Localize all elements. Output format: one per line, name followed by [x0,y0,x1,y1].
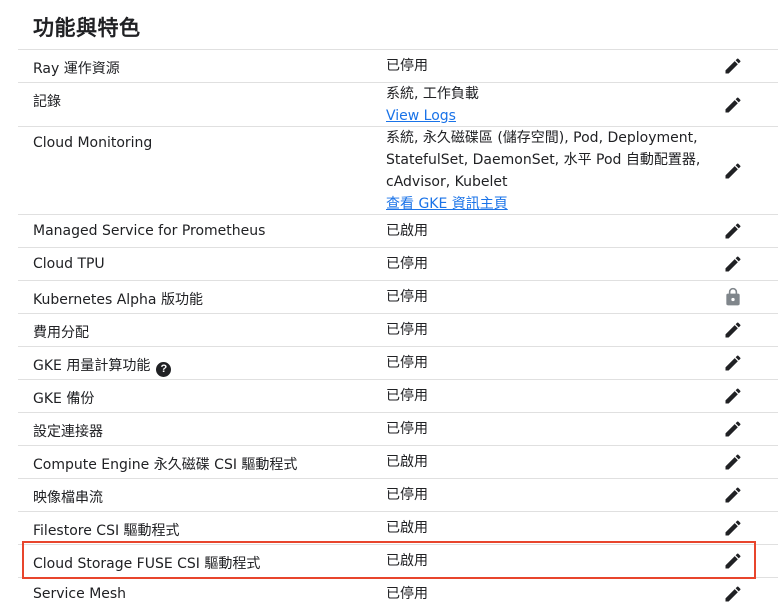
gke-dashboard-link[interactable]: 查看 GKE 資訊主頁 [386,193,700,215]
table-row: Ray 運作資源 已停用 [18,49,778,82]
row-value-line: 系統, 永久磁碟區 (儲存空間), Pod, Deployment, [386,130,698,146]
row-value-line: StatefulSet, DaemonSet, 水平 Pod 自動配置器, [386,152,701,168]
row-value: 已停用 [386,355,428,371]
table-row: 費用分配 已停用 [18,313,778,346]
table-row: Filestore CSI 驅動程式 已啟用 [18,511,778,544]
edit-icon[interactable] [721,351,745,375]
row-label: Managed Service for Prometheus [33,223,266,239]
table-row: GKE 備份 已停用 [18,379,778,412]
edit-icon[interactable] [721,582,745,606]
edit-icon[interactable] [721,516,745,540]
row-value: 已停用 [386,289,428,305]
row-label: GKE 備份 [33,391,95,407]
edit-icon[interactable] [721,549,745,573]
row-value: 系統, 工作負載 [386,86,479,102]
edit-icon[interactable] [721,318,745,342]
row-label: 映像檔串流 [33,490,103,506]
edit-icon[interactable] [721,54,745,78]
row-value: 已停用 [386,322,428,338]
row-value: 已停用 [386,421,428,437]
row-label: Ray 運作資源 [33,61,120,77]
table-row: Service Mesh 已停用 [18,577,778,610]
row-label: 設定連接器 [33,424,103,440]
help-icon[interactable]: ? [156,362,172,377]
table-row: Cloud Monitoring 系統, 永久磁碟區 (儲存空間), Pod, … [18,126,778,214]
features-table: Ray 運作資源 已停用 記錄 系統, 工作負載 View Logs Cloud… [18,49,778,610]
table-row: 記錄 系統, 工作負載 View Logs [18,82,778,126]
edit-icon[interactable] [721,384,745,408]
row-value: 已停用 [386,388,428,404]
row-value: 已停用 [386,487,428,503]
row-label: Filestore CSI 驅動程式 [33,523,180,539]
table-row: 設定連接器 已停用 [18,412,778,445]
row-value: 已停用 [386,256,428,272]
row-label: Kubernetes Alpha 版功能 [33,292,203,308]
row-label: Cloud Monitoring [33,135,153,151]
lock-icon [721,285,745,309]
row-label: Compute Engine 永久磁碟 CSI 驅動程式 [33,457,298,473]
row-value-block: 系統, 永久磁碟區 (儲存空間), Pod, Deployment, State… [386,127,700,215]
row-label: 費用分配 [33,325,89,341]
row-label: 記錄 [33,94,61,110]
edit-icon[interactable] [721,159,745,183]
row-label: Cloud Storage FUSE CSI 驅動程式 [33,556,261,572]
row-label: Service Mesh [33,586,127,602]
row-label-wrap: GKE 用量計算功能? [33,355,172,377]
row-value: 已啟用 [386,553,428,569]
edit-icon[interactable] [721,219,745,243]
table-row: Managed Service for Prometheus 已啟用 [18,214,778,247]
row-value: 已啟用 [386,454,428,470]
edit-icon[interactable] [721,450,745,474]
row-value: 已停用 [386,586,428,602]
table-row: Compute Engine 永久磁碟 CSI 驅動程式 已啟用 [18,445,778,478]
table-row: 映像檔串流 已停用 [18,478,778,511]
row-value: 已啟用 [386,520,428,536]
row-value: 已啟用 [386,223,428,239]
table-row: Cloud TPU 已停用 [18,247,778,280]
edit-icon[interactable] [721,93,745,117]
row-value-block: 系統, 工作負載 View Logs [386,83,479,127]
table-row: GKE 用量計算功能? 已停用 [18,346,778,379]
row-label: GKE 用量計算功能 [33,358,151,374]
edit-icon[interactable] [721,252,745,276]
row-value-line: cAdvisor, Kubelet [386,174,508,190]
edit-icon[interactable] [721,483,745,507]
view-logs-link[interactable]: View Logs [386,105,479,127]
row-value: 已停用 [386,58,428,74]
table-row: Cloud Storage FUSE CSI 驅動程式 已啟用 [18,544,778,577]
edit-icon[interactable] [721,417,745,441]
section-title: 功能與特色 [33,16,141,40]
table-row: Kubernetes Alpha 版功能 已停用 [18,280,778,313]
row-label: Cloud TPU [33,256,105,272]
